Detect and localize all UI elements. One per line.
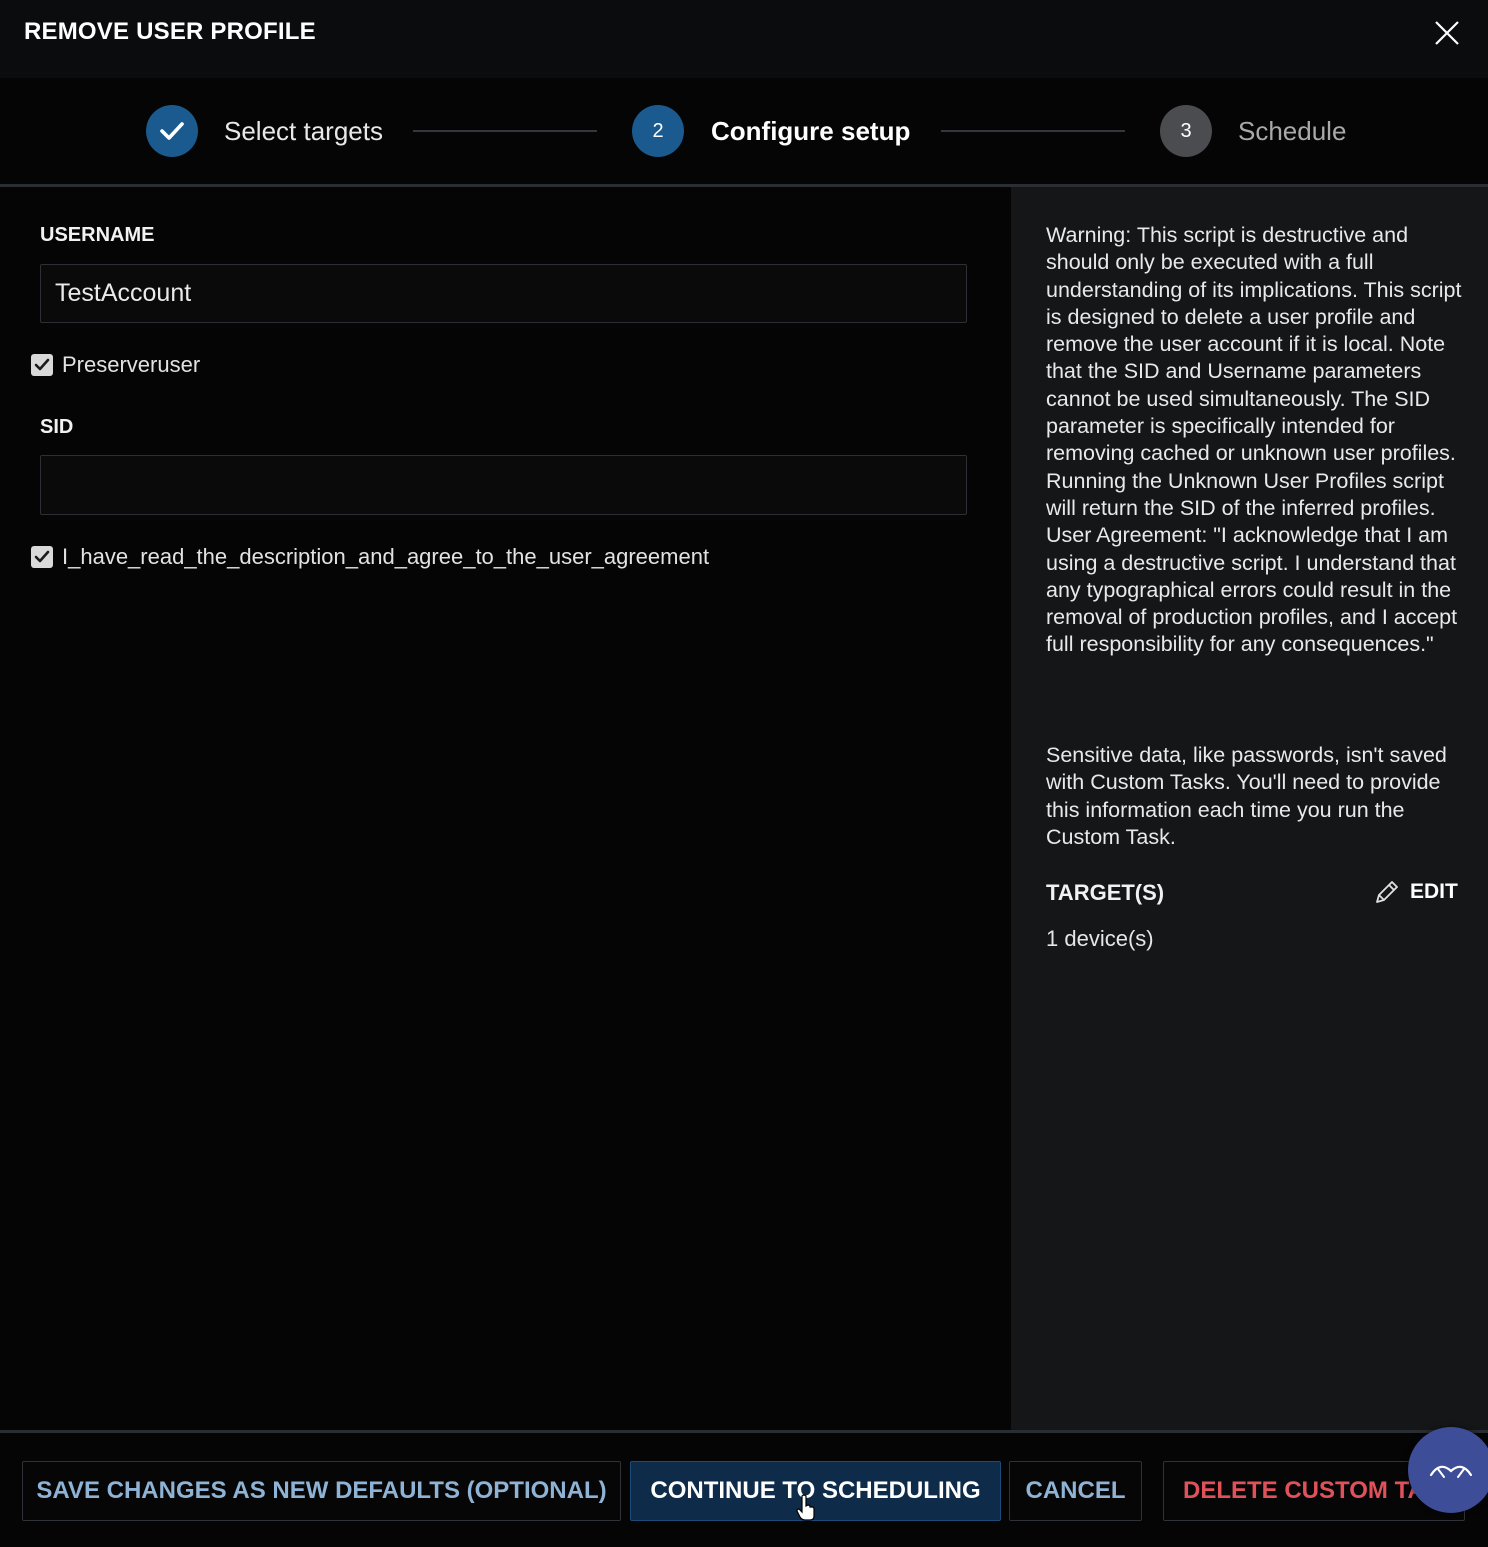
step-1-circle bbox=[146, 105, 198, 157]
warning-text: Warning: This script is destructive and … bbox=[1046, 222, 1466, 659]
assistant-button[interactable] bbox=[1408, 1427, 1488, 1513]
preserveruser-checkbox[interactable] bbox=[31, 354, 53, 376]
assistant-icon bbox=[1429, 1465, 1473, 1478]
step-3-circle: 3 bbox=[1160, 105, 1212, 157]
step-2-circle: 2 bbox=[632, 105, 684, 157]
checkbox-check-icon bbox=[34, 358, 50, 371]
agreement-checkbox[interactable] bbox=[31, 546, 53, 568]
pencil-icon bbox=[1376, 881, 1398, 903]
agreement-label[interactable]: I_have_read_the_description_and_agree_to… bbox=[62, 544, 709, 570]
edit-targets-button[interactable]: EDIT bbox=[1372, 876, 1458, 908]
sid-input[interactable] bbox=[40, 455, 967, 515]
close-button[interactable] bbox=[1430, 16, 1464, 50]
close-icon bbox=[1435, 21, 1459, 45]
step-connector-1 bbox=[413, 130, 597, 132]
step-3-label: Schedule bbox=[1238, 116, 1347, 146]
dialog-title: REMOVE USER PROFILE bbox=[24, 18, 316, 45]
device-count: 1 device(s) bbox=[1046, 926, 1154, 951]
sensitive-data-note: Sensitive data, like passwords, isn't sa… bbox=[1046, 742, 1466, 851]
step-1-label[interactable]: Select targets bbox=[224, 116, 383, 146]
warning-paragraph: Warning: This script is destructive and … bbox=[1046, 223, 1462, 657]
edit-label: EDIT bbox=[1410, 880, 1458, 903]
checkbox-check-icon bbox=[34, 550, 50, 563]
preserveruser-label[interactable]: Preserveruser bbox=[62, 352, 200, 378]
targets-heading: TARGET(S) bbox=[1046, 880, 1165, 905]
step-2-label: Configure setup bbox=[711, 116, 911, 146]
dialog-header: REMOVE USER PROFILE bbox=[0, 0, 1488, 78]
hand-pointer-icon bbox=[796, 1494, 815, 1521]
stepper: Select targets 2 Configure setup 3 Sched… bbox=[0, 78, 1488, 184]
cancel-button[interactable]: CANCEL bbox=[1009, 1461, 1142, 1521]
checkmark-icon bbox=[160, 122, 184, 140]
sid-label: SID bbox=[40, 416, 74, 438]
sensitive-paragraph: Sensitive data, like passwords, isn't sa… bbox=[1046, 743, 1447, 849]
username-input[interactable] bbox=[40, 264, 967, 323]
step-connector-2 bbox=[941, 130, 1125, 132]
username-label: USERNAME bbox=[40, 224, 155, 246]
save-defaults-button[interactable]: SAVE CHANGES AS NEW DEFAULTS (OPTIONAL) bbox=[22, 1461, 621, 1521]
